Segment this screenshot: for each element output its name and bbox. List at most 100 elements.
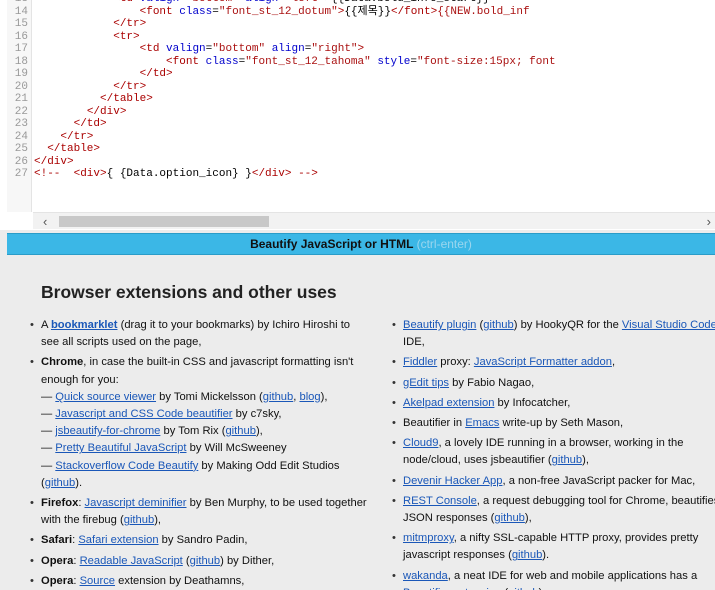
extension-link[interactable]: Devenir Hacker App bbox=[403, 475, 503, 487]
list-item: Firefox: Javascript deminifier by Ben Mu… bbox=[28, 495, 368, 529]
extension-link[interactable]: Beautify plugin bbox=[403, 319, 476, 331]
extension-link[interactable]: github bbox=[552, 454, 582, 466]
list-item: Safari: Safari extension by Sandro Padin… bbox=[28, 532, 368, 549]
code-line[interactable]: 20 </tr> bbox=[7, 81, 715, 94]
right-extension-list: Beautify plugin (github) by HookyQR for … bbox=[390, 317, 715, 590]
code-line[interactable]: 16 <tr> bbox=[7, 31, 715, 44]
extension-link[interactable]: Fiddler bbox=[403, 356, 437, 368]
line-number: 27 bbox=[14, 168, 28, 180]
extension-link[interactable]: github bbox=[483, 319, 513, 331]
list-item: Opera: Source extension by Deathamns, bbox=[28, 573, 368, 590]
horizontal-scrollbar[interactable]: ‹ › bbox=[33, 212, 715, 229]
extension-link[interactable]: blog bbox=[299, 391, 320, 403]
code-text[interactable]: </tr> bbox=[30, 18, 146, 31]
line-number: 26 bbox=[14, 155, 28, 168]
left-extension-list: A bookmarklet (drag it to your bookmarks… bbox=[28, 317, 368, 590]
code-editor[interactable]: 13 <td valign="bottom" align="left">{{Da… bbox=[0, 0, 715, 230]
extension-link[interactable]: github bbox=[512, 549, 542, 561]
extension-link[interactable]: Akelpad extension bbox=[403, 397, 494, 409]
extension-link[interactable]: github bbox=[124, 514, 154, 526]
list-item: Beautifier in Emacs write-up by Seth Mas… bbox=[390, 415, 715, 432]
extension-link[interactable]: Javascript and CSS Code beautifier bbox=[55, 408, 232, 420]
extension-link[interactable]: bookmarklet bbox=[51, 319, 118, 331]
code-text[interactable]: </table> bbox=[30, 143, 100, 156]
code-lines[interactable]: 13 <td valign="bottom" align="left">{{Da… bbox=[7, 0, 715, 181]
extension-link[interactable]: Pretty Beautiful JavaScript bbox=[55, 442, 186, 454]
line-number: 15 bbox=[14, 18, 28, 30]
code-text[interactable]: <td valign="bottom" align="right"> bbox=[30, 43, 365, 56]
list-item: Devenir Hacker App, a non-free JavaScrip… bbox=[390, 473, 715, 490]
extension-link[interactable]: github bbox=[225, 425, 255, 437]
scroll-right-icon[interactable]: › bbox=[707, 214, 711, 229]
extension-link[interactable]: gEdit tips bbox=[403, 377, 449, 389]
line-number: 19 bbox=[14, 68, 28, 80]
extension-link[interactable]: Visual Studio Code bbox=[622, 319, 715, 331]
extension-link[interactable]: Source bbox=[80, 575, 115, 587]
code-text[interactable]: </tr> bbox=[30, 81, 146, 94]
beautify-button[interactable]: Beautify JavaScript or HTML (ctrl-enter) bbox=[7, 233, 715, 255]
extension-link[interactable]: github bbox=[190, 555, 220, 567]
extension-link[interactable]: mitmproxy bbox=[403, 532, 454, 544]
extension-link[interactable]: jsbeautify-for-chrome bbox=[55, 425, 160, 437]
extension-link[interactable]: Stackoverflow Code Beautify bbox=[55, 460, 198, 472]
code-line[interactable]: 23 </td> bbox=[7, 118, 715, 131]
extension-link[interactable]: Safari extension bbox=[78, 534, 158, 546]
extension-link[interactable]: github bbox=[45, 477, 75, 489]
extensions-section: Browser extensions and other uses A book… bbox=[0, 256, 715, 590]
code-text[interactable]: </div> bbox=[30, 156, 74, 169]
extension-link[interactable]: Quick source viewer bbox=[55, 391, 156, 403]
list-item: Opera: Readable JavaScript (github) by D… bbox=[28, 553, 368, 570]
beautify-button-label: Beautify JavaScript or HTML bbox=[250, 237, 414, 251]
extension-link[interactable]: Cloud9 bbox=[403, 437, 438, 449]
code-text[interactable]: </td> bbox=[30, 68, 173, 81]
code-line[interactable]: 17 <td valign="bottom" align="right"> bbox=[7, 43, 715, 56]
code-line[interactable]: 22 </div> bbox=[7, 106, 715, 119]
code-line[interactable]: 14 <font class="font_st_12_dotum">{{제목}}… bbox=[7, 6, 715, 19]
code-text[interactable]: <!-- <div>{ {Data.option_icon} }</div> -… bbox=[30, 168, 318, 181]
extension-link[interactable]: Emacs bbox=[465, 417, 499, 429]
list-item: Akelpad extension by Infocatcher, bbox=[390, 395, 715, 412]
extension-link[interactable]: Readable JavaScript bbox=[80, 555, 183, 567]
scrollbar-thumb[interactable] bbox=[59, 216, 269, 227]
code-line[interactable]: 19 </td> bbox=[7, 68, 715, 81]
code-line[interactable]: 27 <!-- <div>{ {Data.option_icon} }</div>… bbox=[7, 168, 715, 181]
code-line[interactable]: 26 </div> bbox=[7, 156, 715, 169]
line-number: 22 bbox=[14, 105, 28, 118]
code-text[interactable]: <font class="font_st_12_tahoma" style="f… bbox=[30, 56, 556, 69]
line-number: 21 bbox=[14, 93, 28, 105]
list-item: Chrome, in case the built-in CSS and jav… bbox=[28, 354, 368, 492]
extension-link[interactable]: REST Console bbox=[403, 495, 477, 507]
section-heading: Browser extensions and other uses bbox=[41, 282, 337, 302]
code-line[interactable]: 18 <font class="font_st_12_tahoma" style… bbox=[7, 56, 715, 69]
line-number: 24 bbox=[14, 130, 28, 143]
code-line[interactable]: 25 </table> bbox=[7, 143, 715, 156]
code-text[interactable]: </table> bbox=[30, 93, 153, 106]
code-text[interactable]: <font class="font_st_12_dotum">{{제목}}</f… bbox=[30, 6, 530, 19]
line-number: 16 bbox=[14, 30, 28, 43]
line-number: 17 bbox=[14, 43, 28, 55]
code-text[interactable]: <tr> bbox=[30, 31, 139, 44]
extension-link[interactable]: github bbox=[494, 512, 524, 524]
code-text[interactable]: </div> bbox=[30, 106, 127, 119]
list-item: gEdit tips by Fabio Nagao, bbox=[390, 375, 715, 392]
code-text[interactable]: </tr> bbox=[30, 131, 93, 144]
extension-link[interactable]: JavaScript Formatter addon bbox=[474, 356, 612, 368]
extension-link[interactable]: wakanda bbox=[403, 570, 448, 582]
list-item: REST Console, a request debugging tool f… bbox=[390, 493, 715, 527]
list-item: Fiddler proxy: JavaScript Formatter addo… bbox=[390, 354, 715, 371]
code-line[interactable]: 21 </table> bbox=[7, 93, 715, 106]
list-item: mitmproxy, a nifty SSL-capable HTTP prox… bbox=[390, 530, 715, 564]
code-line[interactable]: 15 </tr> bbox=[7, 18, 715, 31]
line-number: 23 bbox=[14, 118, 28, 130]
code-text[interactable]: </td> bbox=[30, 118, 107, 131]
extension-link[interactable]: github bbox=[263, 391, 293, 403]
code-line[interactable]: 24 </tr> bbox=[7, 131, 715, 144]
extension-link[interactable]: Javascript deminifier bbox=[85, 497, 187, 509]
line-number: 18 bbox=[14, 55, 28, 68]
line-number: 20 bbox=[14, 80, 28, 93]
line-number: 14 bbox=[14, 5, 28, 18]
scroll-left-icon[interactable]: ‹ bbox=[43, 214, 47, 229]
beautify-shortcut-hint: (ctrl-enter) bbox=[416, 237, 472, 251]
line-number: 25 bbox=[14, 143, 28, 155]
list-item: Cloud9, a lovely IDE running in a browse… bbox=[390, 435, 715, 469]
